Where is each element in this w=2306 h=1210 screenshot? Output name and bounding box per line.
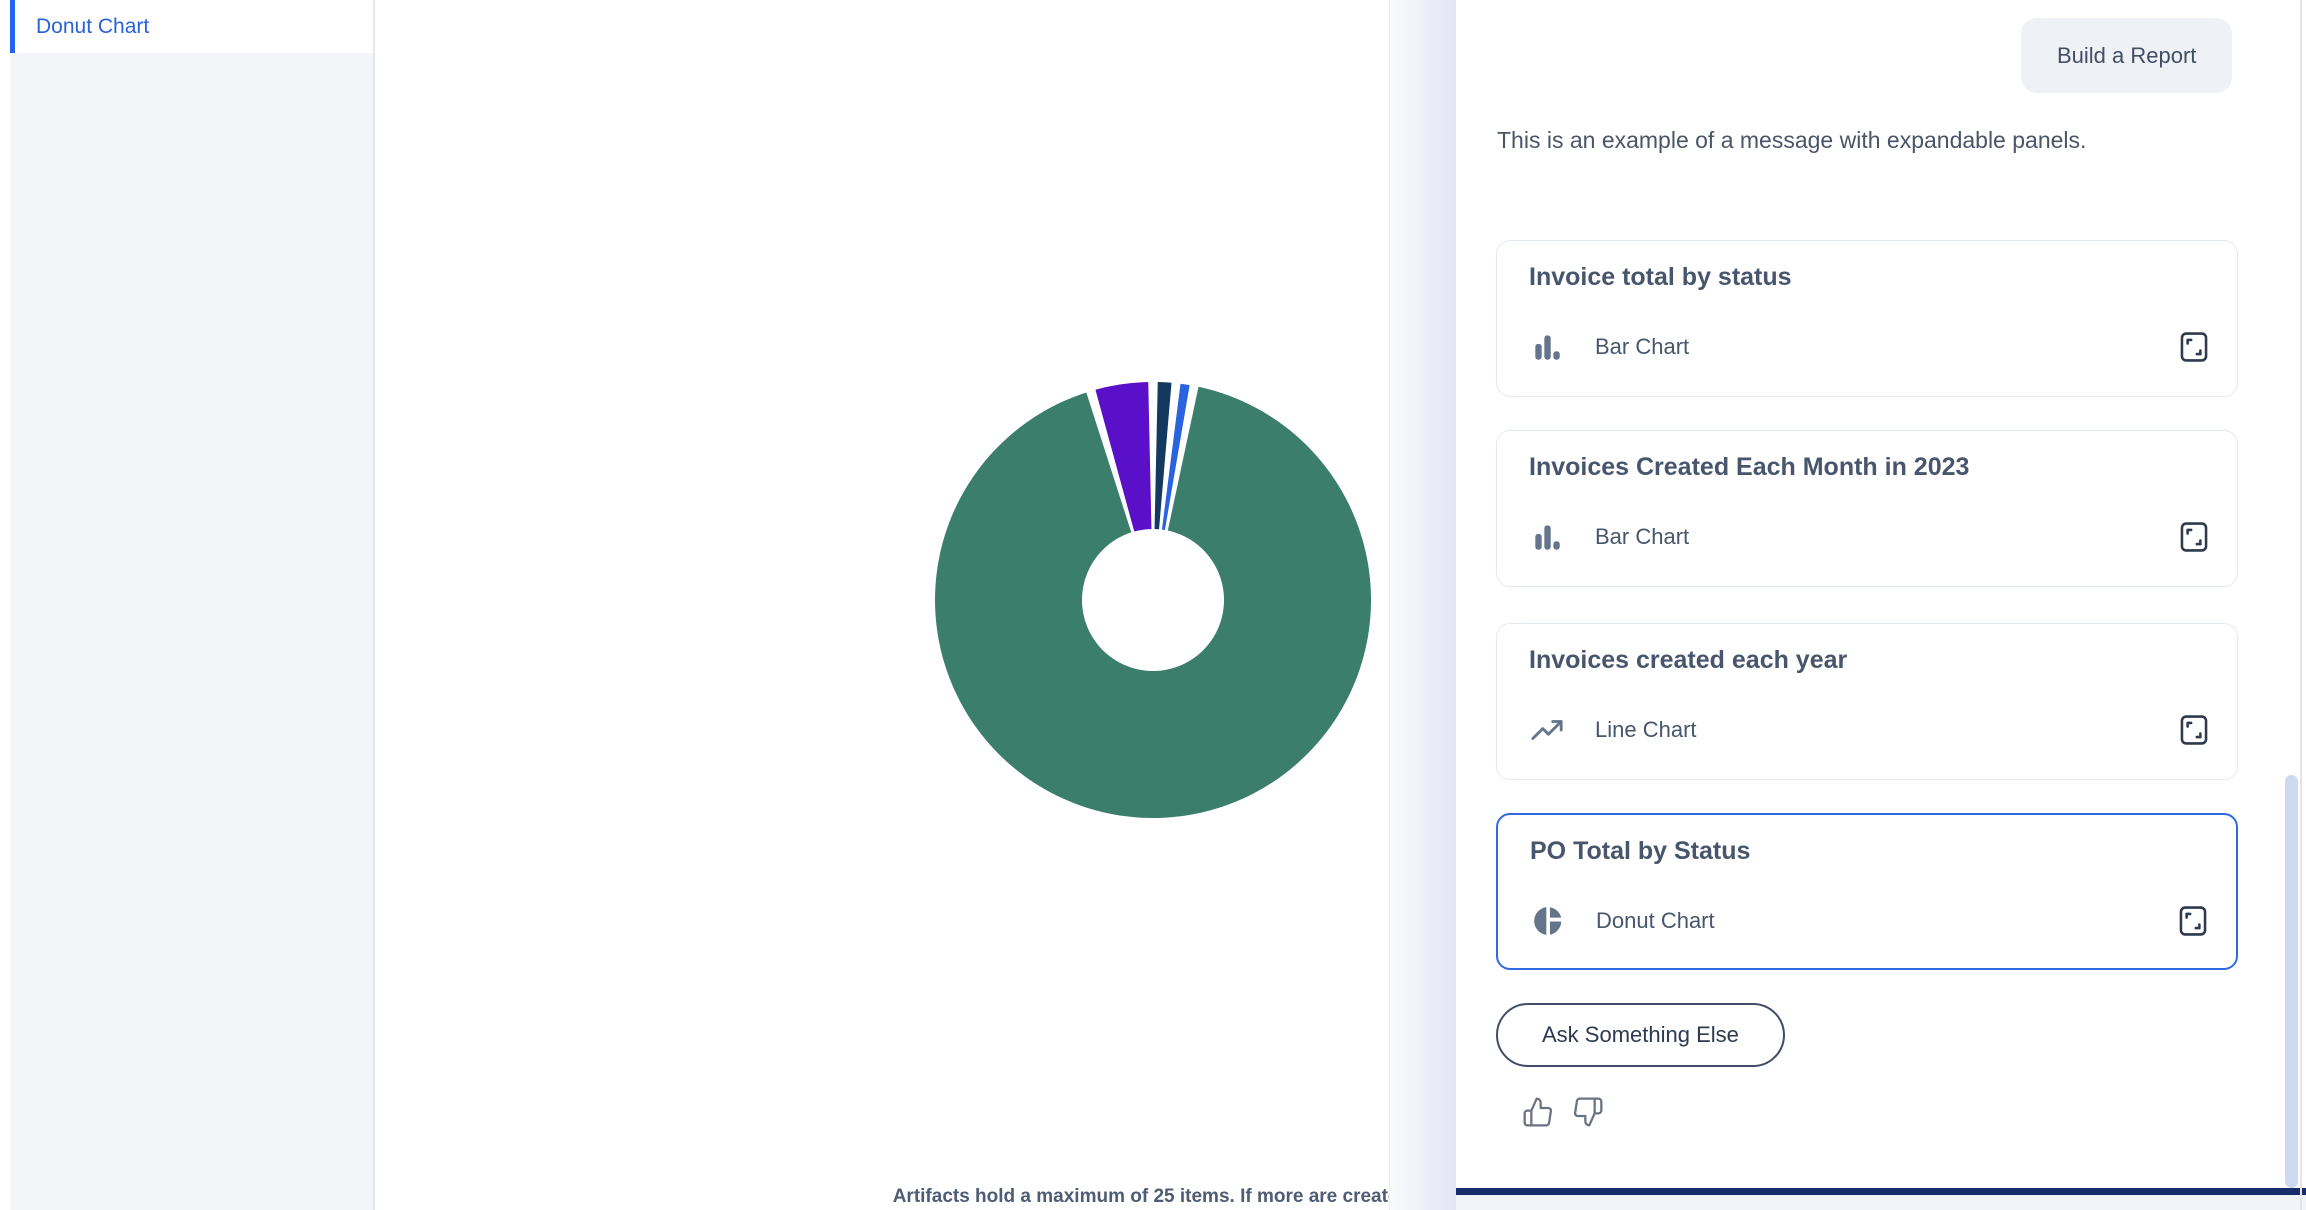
donut-chart — [928, 375, 1378, 825]
donut-slice-cancelled — [1155, 382, 1172, 529]
expandable-panel-card-selected[interactable]: PO Total by Status Donut Chart — [1496, 813, 2238, 970]
bar-chart-icon — [1529, 329, 1565, 365]
chart-type-label: Bar Chart — [1595, 334, 1689, 360]
chart-type-label: Line Chart — [1595, 717, 1697, 743]
expandable-panel-card[interactable]: Invoice total by status Bar Chart — [1496, 240, 2238, 397]
chat-input-divider — [1456, 1188, 2306, 1195]
chat-input-partial[interactable] — [1456, 1195, 2306, 1210]
expand-icon[interactable] — [2177, 712, 2211, 748]
card-title: Invoices Created Each Month in 2023 — [1529, 453, 1969, 482]
bar-chart-icon — [1529, 519, 1565, 555]
chart-type-label: Bar Chart — [1595, 524, 1689, 550]
thumbs-down-icon[interactable] — [1572, 1096, 1604, 1128]
donut-chart-icon — [1530, 903, 1566, 939]
expand-icon[interactable] — [2177, 519, 2211, 555]
thumbs-up-icon[interactable] — [1522, 1096, 1554, 1128]
scrollbar-track — [2300, 0, 2302, 1210]
card-title: Invoices created each year — [1529, 646, 1847, 675]
panel-shadow-gutter — [1389, 0, 1456, 1210]
feedback-buttons — [1522, 1096, 1604, 1128]
expandable-panel-card[interactable]: Invoices Created Each Month in 2023 Bar … — [1496, 430, 2238, 587]
expand-icon[interactable] — [2176, 903, 2210, 939]
artifact-sidebar: Donut Chart — [10, 0, 373, 1210]
assistant-message: This is an example of a message with exp… — [1497, 120, 2127, 160]
scrollbar-thumb[interactable] — [2285, 775, 2298, 1188]
card-title: PO Total by Status — [1530, 837, 1750, 866]
expand-icon[interactable] — [2177, 329, 2211, 365]
line-chart-icon — [1529, 712, 1565, 748]
expandable-panel-card[interactable]: Invoices created each year Line Chart — [1496, 623, 2238, 780]
artifact-viewer: cancelled closed issued soft_closed Arti… — [375, 0, 1389, 1210]
sidebar-item-donut-chart[interactable]: Donut Chart — [10, 0, 373, 53]
card-title: Invoice total by status — [1529, 263, 1792, 292]
ask-something-else-button[interactable]: Ask Something Else — [1496, 1003, 1785, 1067]
build-report-chip: Build a Report — [2021, 18, 2232, 93]
chart-type-label: Donut Chart — [1596, 908, 1715, 934]
app-window: Donut Chart cancelled closed issued soft… — [0, 0, 2306, 1210]
donut-slice-issued — [935, 387, 1371, 818]
sidebar-item-label: Donut Chart — [36, 15, 149, 39]
